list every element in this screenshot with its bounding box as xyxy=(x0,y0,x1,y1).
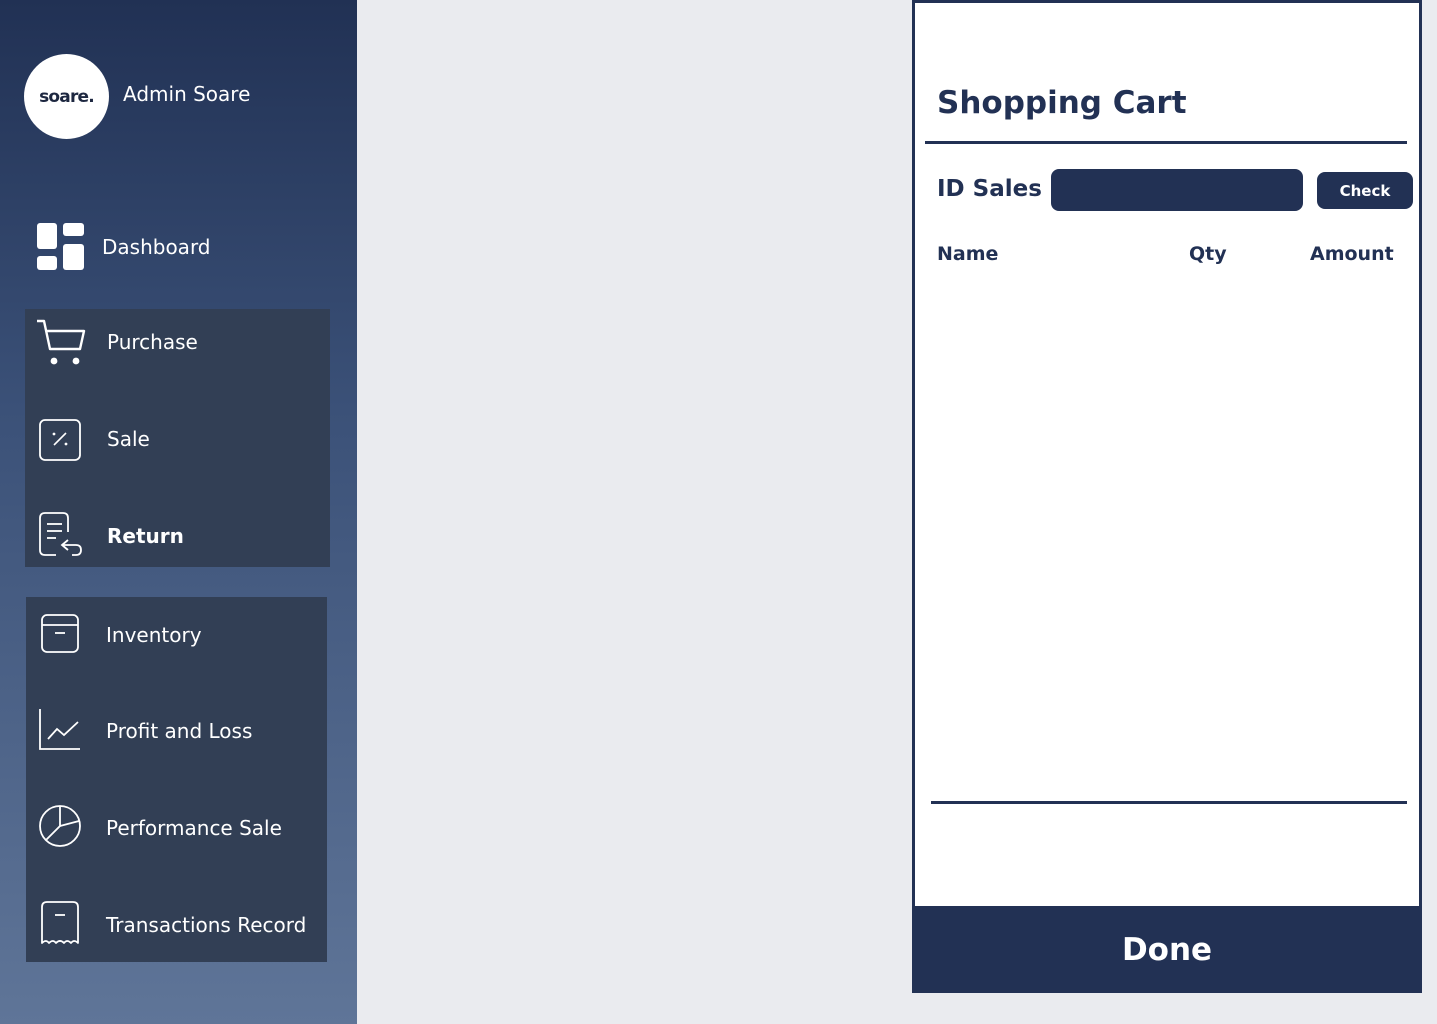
bottom-divider xyxy=(931,801,1407,804)
brand-logo: soare. xyxy=(24,54,109,139)
nav-dashboard[interactable]: Dashboard xyxy=(36,222,296,272)
box-icon xyxy=(41,614,79,653)
nav-item-inventory[interactable]: Inventory xyxy=(26,605,327,665)
nav-item-sale[interactable]: Sale xyxy=(25,409,330,469)
done-button[interactable]: Done xyxy=(912,906,1422,993)
sale-tag-icon xyxy=(39,419,81,461)
sidebar: soare. Admin Soare Dashboard Purchase Sa… xyxy=(0,0,357,1024)
nav-item-transactions-record[interactable]: Transactions Record xyxy=(26,895,327,955)
nav-item-purchase[interactable]: Purchase xyxy=(25,312,330,372)
nav-label-purchase: Purchase xyxy=(107,330,198,354)
dashboard-icon xyxy=(36,222,86,272)
nav-item-performance-sale[interactable]: Performance Sale xyxy=(26,798,327,858)
id-sales-label: ID Sales : xyxy=(937,176,1060,202)
nav-label-sale: Sale xyxy=(107,427,150,451)
id-sales-input[interactable] xyxy=(1051,169,1303,211)
cart-icon xyxy=(37,319,86,365)
nav-item-return[interactable]: Return xyxy=(25,506,330,566)
nav-group-reports: Inventory Profit and Loss Performance Sa… xyxy=(26,597,327,962)
pie-chart-icon xyxy=(39,805,81,847)
user-name: Admin Soare xyxy=(123,82,251,106)
nav-group-transactions: Purchase Sale Return xyxy=(25,309,330,567)
cart-title: Shopping Cart xyxy=(937,85,1187,121)
nav-label-inventory: Inventory xyxy=(106,623,202,647)
cart-items-list xyxy=(925,278,1407,793)
title-divider xyxy=(925,141,1407,144)
column-header-amount: Amount xyxy=(1310,243,1394,265)
nav-label-performance-sale: Performance Sale xyxy=(106,816,282,840)
return-receipt-icon xyxy=(39,512,82,556)
check-button[interactable]: Check xyxy=(1317,172,1413,209)
line-chart-icon xyxy=(39,709,80,750)
nav-label-transactions-record: Transactions Record xyxy=(106,913,307,937)
receipt-icon xyxy=(41,901,79,944)
nav-item-profit-loss[interactable]: Profit and Loss xyxy=(26,701,327,761)
nav-label-dashboard: Dashboard xyxy=(102,235,211,259)
shopping-cart-panel: Shopping Cart ID Sales : Check Name Qty … xyxy=(912,0,1422,993)
nav-label-profit-loss: Profit and Loss xyxy=(106,719,253,743)
column-header-qty: Qty xyxy=(1189,243,1227,265)
column-header-name: Name xyxy=(937,243,999,265)
nav-label-return: Return xyxy=(107,524,184,548)
logo-text: soare. xyxy=(39,86,95,107)
